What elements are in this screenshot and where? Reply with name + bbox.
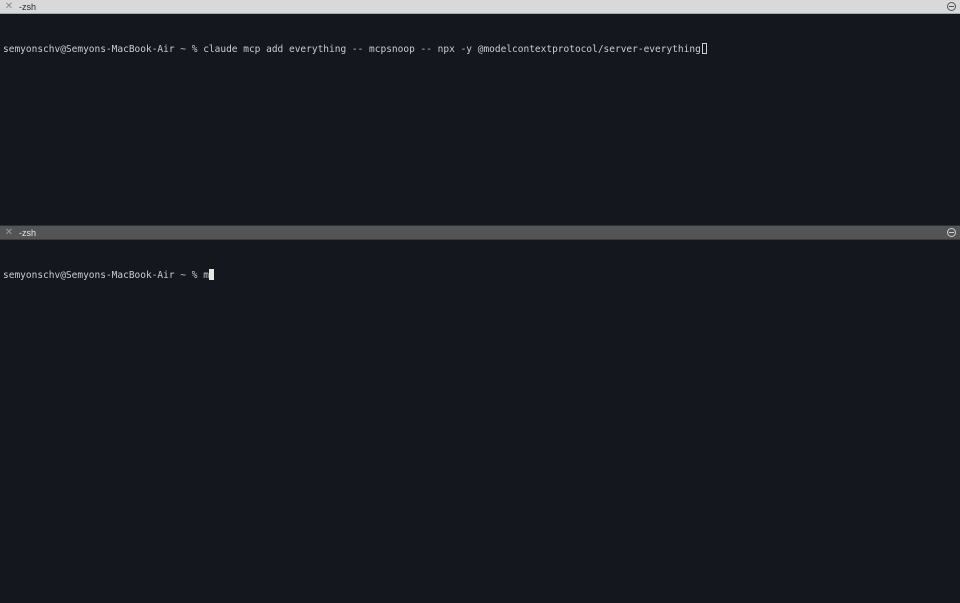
minimize-icon[interactable] [947, 228, 956, 237]
text-cursor [208, 269, 214, 280]
text-cursor [701, 43, 707, 54]
command-line: semyonschv@Semyons-MacBook-Air ~ % claud… [3, 43, 956, 57]
command-line: semyonschv@Semyons-MacBook-Air ~ % m [3, 269, 956, 283]
shell-prompt: semyonschv@Semyons-MacBook-Air ~ % [3, 270, 204, 281]
command-text: claude mcp add everything -- mcpsnoop --… [203, 44, 701, 55]
terminal-window: ✕ -zsh semyonschv@Semyons-MacBook-Air ~ … [0, 0, 960, 603]
minimize-icon[interactable] [947, 2, 956, 11]
tab-title: -zsh [19, 2, 37, 12]
shell-prompt: semyonschv@Semyons-MacBook-Air ~ % [3, 44, 204, 55]
close-icon[interactable]: ✕ [4, 227, 14, 238]
terminal-output[interactable]: semyonschv@Semyons-MacBook-Air ~ % m [3, 241, 956, 603]
tab-title: -zsh [19, 228, 37, 238]
pane-tab-bar: ✕ -zsh [0, 0, 960, 14]
terminal-output[interactable]: semyonschv@Semyons-MacBook-Air ~ % claud… [3, 15, 956, 226]
terminal-pane-bottom[interactable]: ✕ -zsh semyonschv@Semyons-MacBook-Air ~ … [0, 226, 960, 603]
pane-tab-bar: ✕ -zsh [0, 226, 960, 240]
close-icon[interactable]: ✕ [4, 1, 14, 12]
terminal-pane-top[interactable]: ✕ -zsh semyonschv@Semyons-MacBook-Air ~ … [0, 0, 960, 226]
